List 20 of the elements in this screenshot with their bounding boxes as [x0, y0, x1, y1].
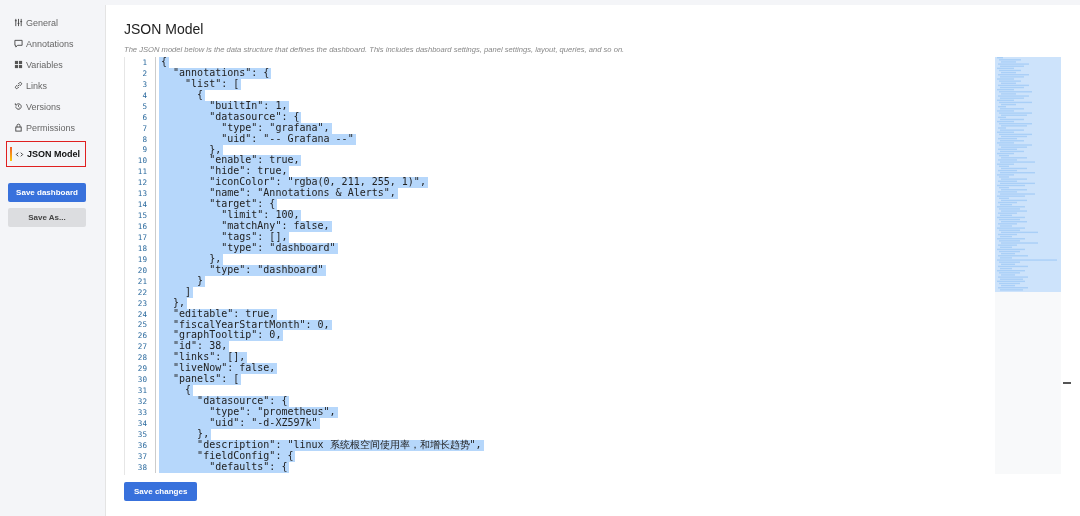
- sidebar-item[interactable]: Versions: [6, 96, 76, 117]
- lock-icon: [14, 123, 23, 132]
- grid-icon: [14, 60, 23, 69]
- sidebar-item[interactable]: Annotations: [6, 33, 76, 54]
- sliders-icon: [14, 18, 23, 27]
- sidebar-item[interactable]: Permissions: [6, 117, 76, 138]
- code-icon: [15, 149, 24, 159]
- scroll-marker: [1063, 382, 1071, 384]
- history-icon: [14, 102, 23, 111]
- save-dashboard-button[interactable]: Save dashboard: [8, 183, 86, 202]
- comment-icon: [14, 39, 23, 48]
- minimap[interactable]: [995, 57, 1061, 474]
- sidebar-item[interactable]: General: [6, 12, 76, 33]
- sidebar-item[interactable]: Links: [6, 75, 76, 96]
- link-icon: [14, 81, 23, 90]
- sidebar-item[interactable]: Variables: [6, 54, 76, 75]
- save-as-button[interactable]: Save As...: [8, 208, 86, 227]
- save-changes-button[interactable]: Save changes: [124, 482, 198, 501]
- page-title: JSON Model: [124, 21, 205, 37]
- sidebar-item[interactable]: JSON Model: [6, 141, 86, 167]
